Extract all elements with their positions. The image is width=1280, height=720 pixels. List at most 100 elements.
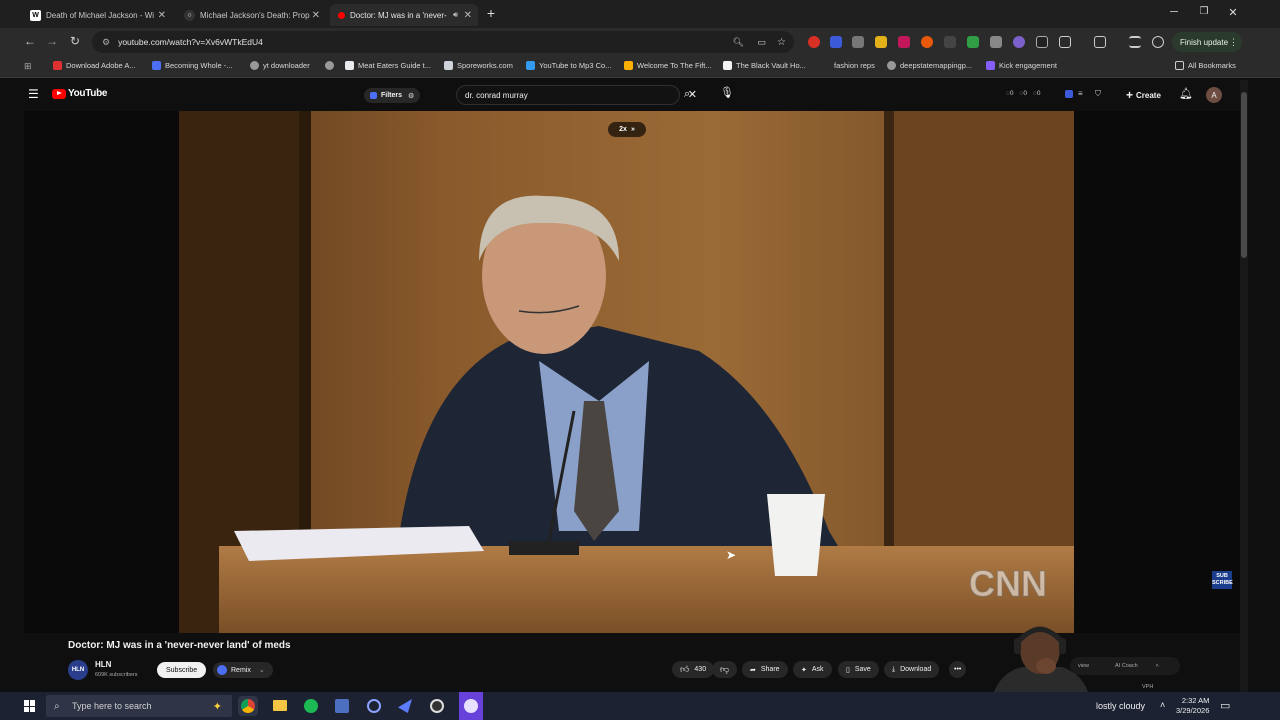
- reload-button[interactable]: ↻: [67, 34, 83, 48]
- search-icon[interactable]: ⌕: [684, 88, 690, 101]
- tab-search-icon[interactable]: [1129, 36, 1141, 48]
- sidebar-icon[interactable]: [1094, 36, 1106, 48]
- filters-label: Filters: [381, 92, 403, 99]
- address-bar[interactable]: ⚙ youtube.com/watch?v=Xv6vWTkEdU4 🔍︎ ▭ ☆: [92, 31, 794, 53]
- channel-name[interactable]: HLN: [95, 660, 111, 669]
- menu-icon[interactable]: ☰: [28, 87, 39, 101]
- tab-michael-jackson-death[interactable]: ○ Michael Jackson's Death: Prop ✕: [176, 4, 326, 26]
- bookmark-item[interactable]: Sporeworks.com: [444, 61, 513, 70]
- extension-gray-icon[interactable]: [852, 36, 864, 48]
- finish-update-button[interactable]: Finish update ⋮: [1172, 32, 1243, 52]
- close-window-button[interactable]: ✕: [1223, 6, 1243, 19]
- back-button[interactable]: ←: [22, 34, 38, 48]
- notification-center-icon[interactable]: ▭: [1220, 699, 1230, 712]
- mouse-cursor-icon: ➤: [726, 548, 737, 562]
- spotify-icon[interactable]: [301, 696, 321, 716]
- bookmark-item[interactable]: Kick engagement: [986, 61, 1057, 70]
- media-player-icon[interactable]: [364, 696, 384, 716]
- chevron-up-icon[interactable]: ˄: [1160, 700, 1165, 710]
- close-icon[interactable]: ✕: [464, 10, 472, 21]
- extension-icon[interactable]: [1065, 90, 1073, 98]
- site-info-icon[interactable]: ⚙: [102, 37, 110, 48]
- weather-status[interactable]: lostly cloudy: [1096, 701, 1145, 711]
- chevron-up-icon[interactable]: ˄: [1156, 663, 1159, 669]
- bookmark-item[interactable]: fashion reps: [834, 61, 875, 70]
- app-icon[interactable]: [395, 696, 415, 716]
- search-icon: ⌕: [54, 700, 60, 712]
- subscribe-button[interactable]: Subscribe: [157, 662, 207, 678]
- ask-button[interactable]: ✦ Ask: [793, 661, 832, 678]
- chevron-down-icon: ⌄: [258, 667, 265, 674]
- bookmark-item[interactable]: deepstatemappingp...: [887, 61, 972, 70]
- youtube-logo[interactable]: YouTube: [52, 88, 108, 99]
- more-actions-button[interactable]: •••: [949, 661, 967, 678]
- cast-icon[interactable]: ▭: [757, 37, 766, 48]
- chrome-taskbar-icon[interactable]: [238, 696, 258, 716]
- extension-red-icon[interactable]: [808, 36, 820, 48]
- taskbar-clock[interactable]: 2:32 AM 3/29/2026: [1176, 696, 1209, 716]
- close-icon[interactable]: ✕: [158, 10, 166, 21]
- ai-coach-label[interactable]: AI Coach: [1115, 663, 1138, 669]
- dislike-button[interactable]: 👎︎: [712, 661, 738, 678]
- tab-title: Michael Jackson's Death: Prop: [200, 10, 310, 20]
- video-frame: CNN: [179, 111, 1074, 633]
- bookmark-item[interactable]: The Black Vault Ho...: [723, 61, 806, 70]
- taskbar-search-input[interactable]: ⌕ Type here to search ✦: [46, 695, 232, 717]
- extension-black-icon[interactable]: [1036, 36, 1048, 48]
- extension-blue-icon[interactable]: [830, 36, 842, 48]
- extension-purple-icon[interactable]: [1013, 36, 1025, 48]
- bookmark-star-icon[interactable]: ☆: [777, 37, 786, 48]
- profile-icon[interactable]: [1152, 36, 1164, 48]
- close-icon[interactable]: ✕: [312, 10, 320, 21]
- bookmark-item[interactable]: Becoming Whole -...: [152, 61, 233, 70]
- bookmark-item[interactable]: Meat Eaters Guide t...: [345, 61, 431, 70]
- save-button[interactable]: ▯ Save: [838, 661, 879, 678]
- zoom-icon[interactable]: 🔍︎: [733, 37, 744, 48]
- bookmark-item[interactable]: Download Adobe A...: [53, 61, 136, 70]
- apps-grid-icon[interactable]: ⊞: [24, 61, 32, 72]
- speed-label: 2x: [619, 126, 627, 133]
- extension-orange-icon[interactable]: [921, 36, 933, 48]
- minimize-button[interactable]: ─: [1164, 6, 1184, 18]
- all-bookmarks[interactable]: All Bookmarks: [1175, 61, 1236, 70]
- bookmark-item[interactable]: Welcome To The Fift...: [624, 61, 712, 70]
- create-button[interactable]: + Create: [1126, 88, 1161, 102]
- extension-shield-icon[interactable]: ⛉: [1095, 89, 1101, 99]
- extension-yellow-icon[interactable]: [875, 36, 887, 48]
- extension-green-icon[interactable]: [967, 36, 979, 48]
- notifications-bell-icon[interactable]: 🔔︎: [1179, 87, 1193, 100]
- windows-start-icon[interactable]: [24, 700, 36, 712]
- like-button[interactable]: 👍︎ 430: [672, 661, 715, 678]
- extensions-puzzle-icon[interactable]: [1059, 36, 1071, 48]
- new-tab-button[interactable]: +: [481, 5, 501, 21]
- tab-youtube-doctor[interactable]: Doctor: MJ was in a 'never- 🔊︎ ✕: [330, 4, 478, 26]
- extension-pink-icon[interactable]: [898, 36, 910, 48]
- video-title: Doctor: MJ was in a 'never-never land' o…: [68, 640, 291, 651]
- channel-avatar[interactable]: HLN: [68, 660, 88, 680]
- filters-button[interactable]: Filters ⚙: [364, 88, 421, 103]
- remix-button[interactable]: Remix ⌄: [213, 662, 273, 678]
- share-button[interactable]: ➦ Share: [742, 661, 788, 678]
- tab-wikipedia[interactable]: W Death of Michael Jackson - Wi ✕: [22, 4, 172, 26]
- extension-dark-icon[interactable]: [944, 36, 956, 48]
- download-button[interactable]: ⤓ Download: [884, 661, 940, 678]
- microphone-icon[interactable]: 🎙︎: [720, 86, 734, 99]
- active-app-icon[interactable]: [459, 692, 483, 720]
- subscribe-watermark-badge[interactable]: SUB SCRIBE: [1212, 571, 1233, 589]
- file-explorer-icon[interactable]: [270, 696, 290, 716]
- speaker-icon[interactable]: 🔊︎: [453, 10, 458, 20]
- video-player[interactable]: CNN: [179, 111, 1074, 633]
- bookmark-item[interactable]: YouTube to Mp3 Co...: [526, 61, 611, 70]
- app-icon[interactable]: [332, 696, 352, 716]
- bookmark-item[interactable]: [325, 61, 338, 70]
- account-avatar[interactable]: A: [1206, 87, 1222, 103]
- restore-button[interactable]: ❐: [1194, 6, 1214, 17]
- bookmark-icon: [345, 61, 354, 70]
- forward-button[interactable]: →: [44, 34, 60, 48]
- extension-list-icon[interactable]: ≡: [1078, 89, 1083, 98]
- scrollbar-thumb[interactable]: [1241, 92, 1247, 258]
- extension-light-icon[interactable]: [990, 36, 1002, 48]
- obs-icon[interactable]: [427, 696, 447, 716]
- bookmark-item[interactable]: yt downloader: [250, 61, 310, 70]
- search-input[interactable]: dr. conrad murray ✕: [456, 85, 697, 105]
